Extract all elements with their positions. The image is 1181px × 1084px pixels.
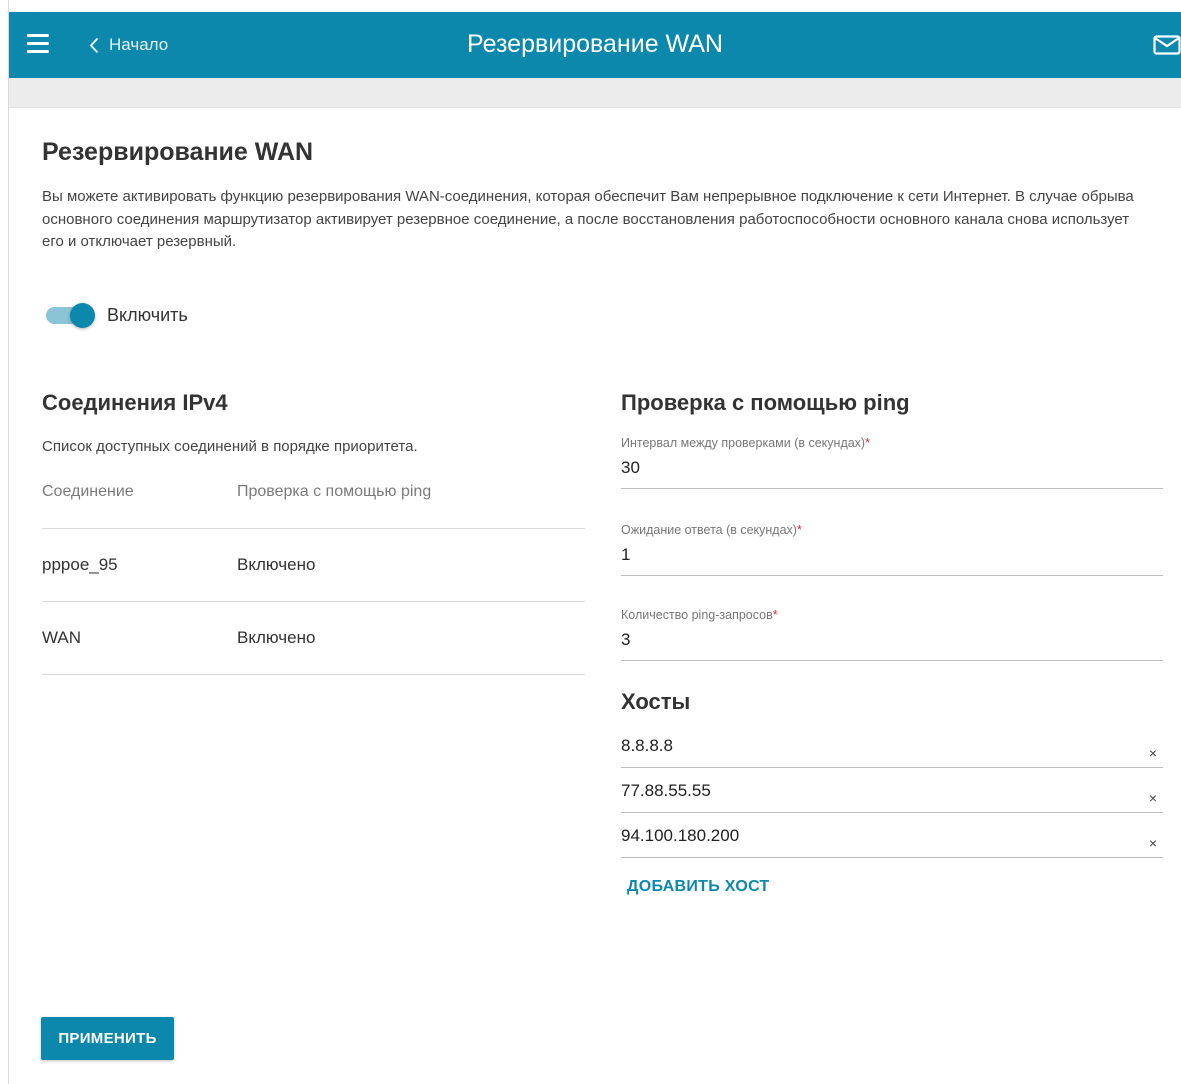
connection-name: pppoe_95 bbox=[42, 555, 118, 574]
sidebar-edge bbox=[0, 0, 9, 1084]
hosts-title: Хосты bbox=[621, 689, 691, 714]
connection-ping-status: Включено bbox=[237, 555, 316, 574]
count-field[interactable]: Количество ping-запросов* 3 bbox=[621, 608, 1163, 661]
table-row[interactable]: pppoe_95 Включено bbox=[42, 529, 585, 602]
enable-switch-label: Включить bbox=[107, 304, 188, 325]
count-label: Количество ping-запросов* bbox=[621, 608, 778, 622]
connections-table: Соединение Проверка с помощью ping pppoe… bbox=[42, 475, 585, 675]
required-mark: * bbox=[865, 436, 870, 450]
mail-icon[interactable] bbox=[1153, 35, 1181, 55]
connection-ping-status: Включено bbox=[237, 628, 316, 647]
hamburger-icon[interactable] bbox=[27, 34, 49, 54]
top-bar: Начало Резервирование WAN bbox=[9, 12, 1181, 78]
connections-section: Соединения IPv4 Список доступных соедине… bbox=[42, 390, 585, 675]
timeout-field[interactable]: Ожидание ответа (в секундах)* 1 bbox=[621, 523, 1163, 576]
page-title: Резервирование WAN bbox=[42, 138, 314, 166]
clear-icon[interactable]: × bbox=[1149, 835, 1157, 851]
ping-check-section: Проверка с помощью ping Интервал между п… bbox=[621, 390, 1163, 896]
host-input[interactable]: 8.8.8.8 × bbox=[621, 723, 1163, 768]
switch-track[interactable] bbox=[46, 302, 95, 328]
connections-subtitle: Список доступных соединений в порядке пр… bbox=[42, 438, 418, 455]
chevron-left-icon bbox=[89, 37, 99, 53]
interval-input[interactable]: 30 bbox=[621, 458, 1163, 488]
timeout-label: Ожидание ответа (в секундах)* bbox=[621, 523, 802, 537]
required-mark: * bbox=[796, 523, 802, 537]
connection-name: WAN bbox=[42, 628, 82, 647]
enable-switch[interactable]: Включить bbox=[46, 300, 188, 330]
host-value[interactable]: 77.88.55.55 bbox=[621, 781, 711, 801]
apply-button[interactable]: ПРИМЕНИТЬ bbox=[41, 1017, 174, 1060]
toolbar-strip bbox=[9, 78, 1181, 108]
host-value[interactable]: 8.8.8.8 bbox=[621, 736, 673, 756]
timeout-input[interactable]: 1 bbox=[621, 545, 1163, 575]
column-header-ping: Проверка с помощью ping bbox=[237, 482, 432, 500]
switch-knob[interactable] bbox=[70, 302, 95, 328]
connections-title: Соединения IPv4 bbox=[42, 390, 228, 415]
host-input[interactable]: 94.100.180.200 × bbox=[621, 813, 1163, 858]
header-title: Резервирование WAN bbox=[467, 30, 723, 58]
table-header: Соединение Проверка с помощью ping bbox=[42, 475, 585, 529]
interval-field[interactable]: Интервал между проверками (в секундах)* … bbox=[621, 436, 1163, 489]
table-row[interactable]: WAN Включено bbox=[42, 602, 585, 675]
host-value[interactable]: 94.100.180.200 bbox=[621, 826, 739, 846]
column-header-connection: Соединение bbox=[42, 482, 134, 500]
back-link[interactable]: Начало bbox=[89, 32, 168, 58]
required-mark: * bbox=[772, 608, 778, 622]
clear-icon[interactable]: × bbox=[1149, 790, 1157, 806]
ping-check-title: Проверка с помощью ping bbox=[621, 390, 910, 415]
count-input[interactable]: 3 bbox=[621, 630, 1163, 660]
host-input[interactable]: 77.88.55.55 × bbox=[621, 768, 1163, 813]
add-host-button[interactable]: ДОБАВИТЬ ХОСТ bbox=[627, 878, 1163, 896]
interval-label: Интервал между проверками (в секундах)* bbox=[621, 436, 870, 450]
clear-icon[interactable]: × bbox=[1149, 745, 1157, 761]
back-link-label: Начало bbox=[109, 35, 169, 54]
page-description: Вы можете активировать функцию резервиро… bbox=[42, 188, 1134, 250]
